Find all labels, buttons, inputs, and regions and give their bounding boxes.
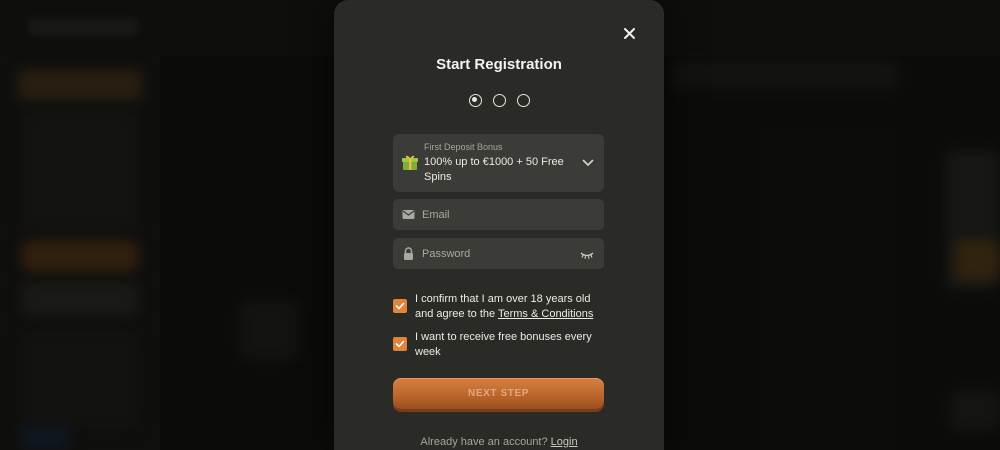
- bonus-selector[interactable]: First Deposit Bonus 100% up to €1000 + 5…: [393, 134, 604, 192]
- registration-modal: Start Registration First Deposit Bonus 1…: [334, 0, 664, 450]
- checkmark-icon: [395, 302, 405, 310]
- step-dot-1-active: [468, 94, 482, 107]
- login-link[interactable]: Login: [551, 436, 578, 448]
- next-step-button[interactable]: NEXT STEP: [393, 378, 604, 409]
- gift-icon: [402, 155, 418, 170]
- login-prompt-text: Already have an account?: [420, 436, 551, 448]
- bonus-label: First Deposit Bonus: [424, 142, 503, 152]
- bonus-value: 100% up to €1000 + 50 Free Spins: [424, 156, 564, 183]
- terms-link[interactable]: Terms & Conditions: [498, 308, 593, 320]
- eye-closed-icon[interactable]: [580, 250, 594, 260]
- bonus-consent-label: I want to receive free bonuses every wee…: [415, 331, 592, 358]
- password-field-wrapper: [393, 238, 604, 269]
- checkmark-icon: [395, 340, 405, 348]
- close-icon: [623, 27, 635, 39]
- login-prompt: Already have an account? Login: [334, 436, 664, 448]
- age-consent-row: I confirm that I am over 18 years old an…: [393, 292, 608, 321]
- envelope-icon: [402, 210, 415, 219]
- step-dot-2: [492, 94, 506, 107]
- step-indicator: [334, 94, 664, 107]
- email-field-wrapper: [393, 199, 604, 230]
- age-consent-text: I confirm that I am over 18 years old an…: [415, 292, 608, 321]
- close-button[interactable]: [620, 24, 638, 42]
- bonus-consent-row: I want to receive free bonuses every wee…: [393, 330, 608, 359]
- bonus-consent-checkbox[interactable]: [393, 337, 407, 351]
- step-dot-3: [516, 94, 530, 107]
- lock-icon: [404, 247, 413, 260]
- chevron-down-icon: [582, 159, 594, 167]
- modal-title: Start Registration: [436, 56, 562, 73]
- password-input[interactable]: [422, 238, 572, 269]
- email-input[interactable]: [422, 199, 572, 230]
- age-consent-checkbox[interactable]: [393, 299, 407, 313]
